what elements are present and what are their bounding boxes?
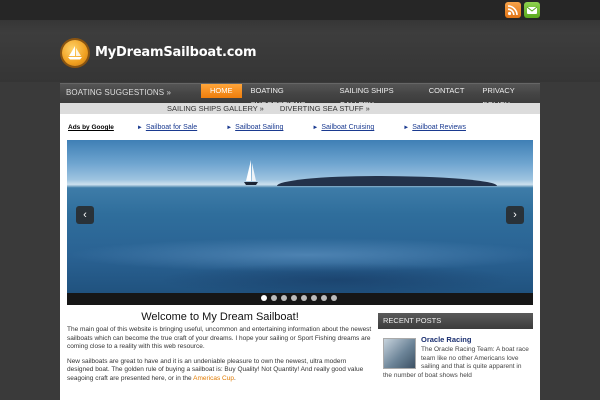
- ad-link-sailboat-cruising[interactable]: ► Sailboat Cruising: [312, 124, 374, 131]
- second-paragraph: New sailboats are great to have and it i…: [67, 357, 364, 382]
- post-excerpt: The Oracle Racing Team: A boat race team…: [421, 346, 529, 371]
- subnav-item-diverting-sea-stuff[interactable]: DIVERTING SEA STUFF »: [280, 103, 370, 114]
- post-thumbnail[interactable]: [383, 338, 416, 369]
- slider-dot[interactable]: [311, 295, 317, 301]
- slider-image-island: [277, 176, 497, 186]
- recent-posts-header: RECENT POSTS: [378, 313, 533, 329]
- slider-dot[interactable]: [261, 295, 267, 301]
- slider-dot[interactable]: [271, 295, 277, 301]
- slider-pager: [261, 295, 341, 301]
- play-arrow-icon: ►: [226, 124, 233, 131]
- nav-item-home[interactable]: HOME: [201, 84, 242, 98]
- sidebar: RECENT POSTS Oracle Racing The Oracle Ra…: [378, 313, 533, 395]
- ad-links-bar: Ads by Google ► Sailboat for Sale ► Sailbo…: [68, 124, 495, 131]
- post-excerpt-continued: the number of boat shows held: [383, 372, 472, 379]
- slider-dot[interactable]: [301, 295, 307, 301]
- image-slider[interactable]: ‹ ›: [67, 140, 533, 305]
- nav-item-contact[interactable]: CONTACT: [420, 84, 474, 98]
- welcome-heading: Welcome to My Dream Sailboat!: [141, 311, 299, 323]
- ad-link-sailboat-sailing[interactable]: ► Sailboat Sailing: [226, 124, 283, 131]
- sub-navigation: SAILING SHIPS GALLERY » DIVERTING SEA ST…: [60, 103, 540, 114]
- subnav-item-sailing-ships-gallery[interactable]: SAILING SHIPS GALLERY »: [167, 103, 264, 114]
- logo-sailboat-icon[interactable]: [62, 40, 88, 66]
- nav-item-sailing-ships-gallery[interactable]: SAILING SHIPS GALLERY: [330, 84, 419, 109]
- nav-menu: HOME BOATING SUGGESTIONS SAILING SHIPS G…: [201, 84, 540, 109]
- content-area: Ads by Google ► Sailboat for Sale ► Sailbo…: [60, 114, 540, 400]
- main-navigation: BOATING SUGGESTIONS » HOME BOATING SUGGE…: [60, 83, 540, 109]
- slider-dot[interactable]: [291, 295, 297, 301]
- intro-paragraph: The main goal of this website is bringin…: [67, 326, 372, 351]
- ad-link-sailboat-reviews[interactable]: ► Sailboat Reviews: [403, 124, 466, 131]
- nav-dropdown-boating-suggestions[interactable]: BOATING SUGGESTIONS »: [66, 88, 171, 97]
- recent-post-item: Oracle Racing The Oracle Racing Team: A …: [378, 335, 533, 395]
- americas-cup-link[interactable]: Americas Cup: [193, 375, 234, 382]
- ad-link-sailboat-for-sale[interactable]: ► Sailboat for Sale: [137, 124, 197, 131]
- slider-prev-button[interactable]: ‹: [76, 206, 94, 224]
- play-arrow-icon: ►: [136, 124, 143, 131]
- site-title[interactable]: MyDreamSailboat.com: [95, 45, 257, 60]
- slider-dot[interactable]: [281, 295, 287, 301]
- post-title-link[interactable]: Oracle Racing: [421, 335, 471, 344]
- email-icon[interactable]: [524, 2, 540, 18]
- slider-dot[interactable]: [331, 295, 337, 301]
- rss-icon[interactable]: [505, 2, 521, 18]
- ads-by-google-label[interactable]: Ads by Google: [68, 124, 114, 131]
- sailboat-image: [244, 160, 258, 185]
- play-arrow-icon: ►: [312, 124, 319, 131]
- play-arrow-icon: ►: [403, 124, 410, 131]
- nav-item-boating-suggestions[interactable]: BOATING SUGGESTIONS: [242, 84, 331, 109]
- main-column: Welcome to My Dream Sailboat! The main g…: [67, 311, 373, 390]
- nav-item-privacy-policy[interactable]: PRIVACY POLICY: [473, 84, 540, 109]
- slider-dot[interactable]: [321, 295, 327, 301]
- slider-next-button[interactable]: ›: [506, 206, 524, 224]
